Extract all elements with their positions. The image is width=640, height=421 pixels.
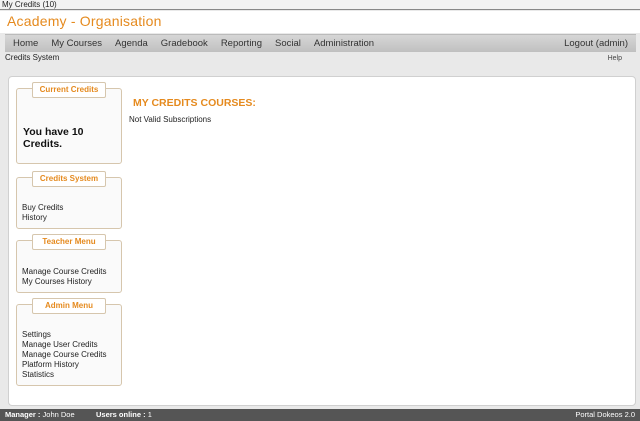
nav-my-courses[interactable]: My Courses xyxy=(51,35,102,52)
nav-administration[interactable]: Administration xyxy=(314,35,374,52)
page-title: MY CREDITS COURSES: xyxy=(133,97,256,109)
logout-link[interactable]: Logout (admin) xyxy=(564,35,628,52)
current-credits-box: Current Credits You have 10 Credits. xyxy=(16,82,122,164)
main-nav: Home My Courses Agenda Gradebook Reporti… xyxy=(5,34,636,52)
nav-reporting[interactable]: Reporting xyxy=(221,35,262,52)
breadcrumb[interactable]: Credits System xyxy=(5,53,59,62)
manager-label: Manager : xyxy=(5,410,41,419)
content-panel: Current Credits You have 10 Credits. Cre… xyxy=(8,76,636,406)
my-courses-history-link[interactable]: My Courses History xyxy=(22,277,106,287)
online-count[interactable]: 1 xyxy=(148,410,152,419)
no-subscriptions-message: Not Valid Subscriptions xyxy=(129,115,212,124)
nav-social[interactable]: Social xyxy=(275,35,301,52)
footer-manager: Manager : John Doe xyxy=(5,409,75,421)
nav-agenda[interactable]: Agenda xyxy=(115,35,148,52)
settings-link[interactable]: Settings xyxy=(22,330,106,340)
admin-menu-title: Admin Menu xyxy=(32,298,106,314)
admin-menu-box: Admin Menu Settings Manage User Credits … xyxy=(16,298,122,386)
online-label: Users online : xyxy=(96,410,146,419)
header: Academy - Organisation xyxy=(0,11,640,33)
teacher-menu-box: Teacher Menu Manage Course Credits My Co… xyxy=(16,234,122,293)
brand-title[interactable]: Academy - Organisation xyxy=(7,13,162,29)
footer-version: Portal Dokeos 2.0 xyxy=(575,410,635,419)
statistics-link[interactable]: Statistics xyxy=(22,370,106,380)
platform-history-link[interactable]: Platform History xyxy=(22,360,106,370)
teacher-menu-title: Teacher Menu xyxy=(32,234,106,250)
manager-name[interactable]: John Doe xyxy=(43,410,75,419)
credits-system-title: Credits System xyxy=(32,171,106,187)
footer-users-online: Users online : 1 xyxy=(96,409,152,421)
window-title: My Credits (10) xyxy=(0,0,640,10)
buy-credits-link[interactable]: Buy Credits xyxy=(22,203,63,213)
nav-home[interactable]: Home xyxy=(13,35,38,52)
current-credits-title: Current Credits xyxy=(32,82,106,98)
credits-balance: You have 10 Credits. xyxy=(23,126,84,150)
nav-gradebook[interactable]: Gradebook xyxy=(161,35,208,52)
manage-user-credits-link[interactable]: Manage User Credits xyxy=(22,340,106,350)
footer: Manager : John Doe Users online : 1 Port… xyxy=(0,409,640,421)
help-link[interactable]: Help xyxy=(608,55,622,62)
history-link[interactable]: History xyxy=(22,213,63,223)
admin-manage-course-credits-link[interactable]: Manage Course Credits xyxy=(22,350,106,360)
manage-course-credits-link[interactable]: Manage Course Credits xyxy=(22,267,106,277)
credits-system-box: Credits System Buy Credits History xyxy=(16,171,122,229)
